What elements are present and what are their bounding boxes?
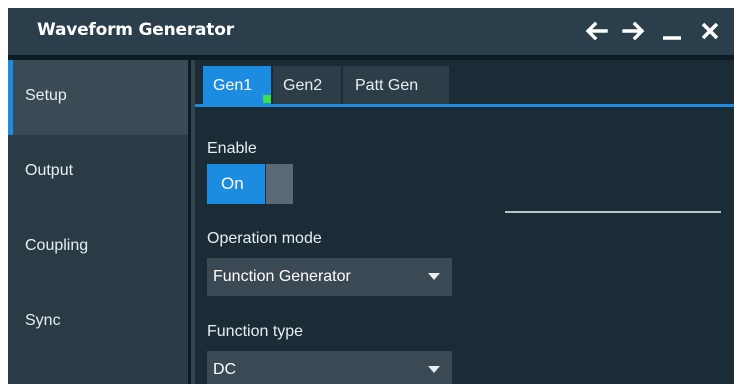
- sidebar-item-label: Coupling: [25, 237, 89, 254]
- waveform-generator-dialog: Waveform Generator Setup Output Coupling: [8, 8, 734, 384]
- active-indicator-icon: [263, 95, 271, 103]
- sidebar-item-label: Setup: [25, 87, 67, 104]
- generator-tabs: Gen1 Gen2 Patt Gen: [195, 60, 734, 107]
- enable-toggle[interactable]: On: [207, 164, 293, 204]
- operation-mode-label: Operation mode: [207, 230, 322, 247]
- operation-mode-value: Function Generator: [213, 268, 351, 285]
- operation-mode-select[interactable]: Function Generator: [207, 258, 452, 296]
- toggle-knob: [266, 164, 293, 204]
- sidebar-item-sync[interactable]: Sync: [8, 285, 188, 360]
- toggle-on-state: On: [207, 164, 265, 204]
- tab-underline: [195, 104, 734, 107]
- sidebar-item-output[interactable]: Output: [8, 135, 188, 210]
- chevron-down-icon: [428, 366, 440, 373]
- forward-arrow-icon[interactable]: [620, 14, 648, 48]
- function-type-value: DC: [213, 361, 237, 378]
- sidebar-item-label: Output: [25, 162, 74, 179]
- separator-line: [505, 211, 721, 213]
- sidebar-item-label: Sync: [25, 312, 61, 329]
- tab-label: Gen2: [283, 77, 323, 94]
- minimize-icon[interactable]: [658, 14, 686, 48]
- tab-gen1[interactable]: Gen1: [203, 66, 271, 104]
- tab-label: Gen1: [213, 77, 253, 94]
- window-title: Waveform Generator: [37, 20, 234, 40]
- sidebar-item-coupling[interactable]: Coupling: [8, 210, 188, 285]
- setup-panel: Gen1 Gen2 Patt Gen Enable On Operation m…: [195, 60, 734, 384]
- function-type-select[interactable]: DC: [207, 351, 452, 384]
- tab-gen2[interactable]: Gen2: [273, 66, 341, 104]
- toggle-value: On: [221, 174, 244, 193]
- back-arrow-icon[interactable]: [582, 14, 610, 48]
- sidebar-item-setup[interactable]: Setup: [8, 60, 188, 135]
- sidebar: Setup Output Coupling Sync: [8, 60, 188, 384]
- tab-label: Patt Gen: [355, 77, 419, 94]
- enable-label: Enable: [207, 140, 257, 157]
- tab-patt-gen[interactable]: Patt Gen: [343, 66, 449, 104]
- chevron-down-icon: [428, 273, 440, 280]
- function-type-label: Function type: [207, 323, 304, 340]
- close-icon[interactable]: [696, 14, 724, 48]
- title-bar: Waveform Generator: [8, 8, 734, 55]
- title-bar-controls: [582, 14, 724, 48]
